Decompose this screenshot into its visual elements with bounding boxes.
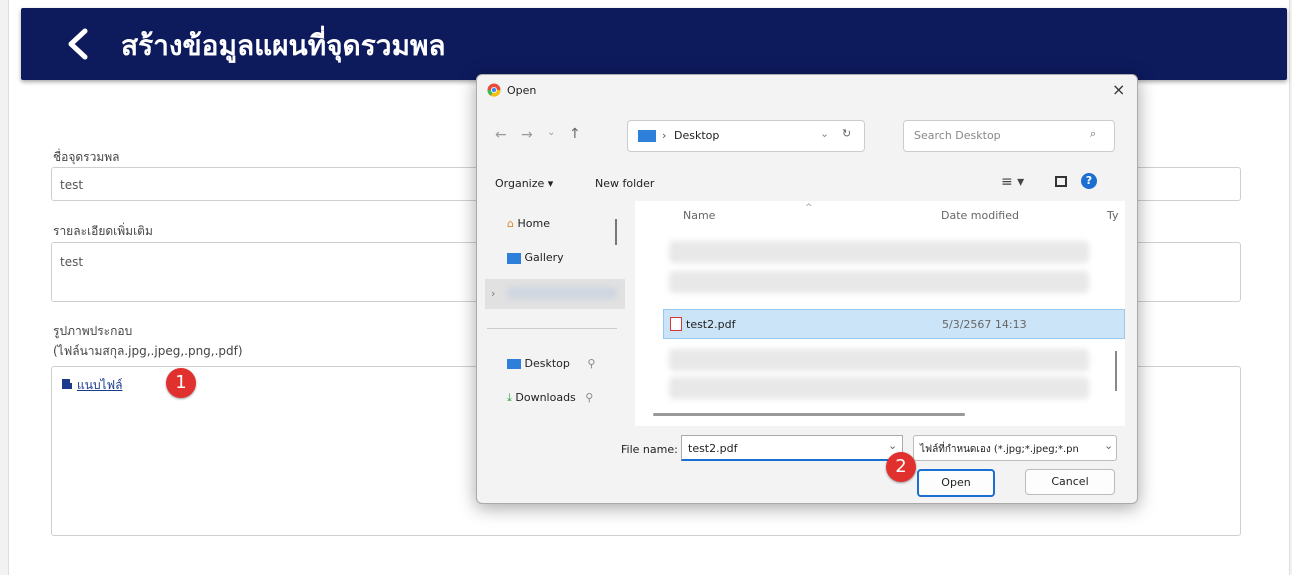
nav-downloads-label: Downloads [515, 391, 576, 404]
download-icon: ⤓ [507, 391, 512, 404]
cancel-button[interactable]: Cancel [1025, 469, 1115, 495]
pin-icon: ⚲ [585, 391, 594, 404]
attach-file-link[interactable]: แนบไฟล์ [77, 376, 122, 395]
file-row-blurred[interactable] [669, 349, 1089, 371]
dialog-title: Open [507, 84, 537, 97]
detail-label: รายละเอียดเพิ่มเติม [53, 224, 153, 238]
filename-input[interactable]: test2.pdf ⌄ [681, 435, 903, 461]
forward-nav-icon[interactable]: → [521, 127, 533, 143]
organize-menu[interactable]: Organize ▾ [495, 177, 553, 190]
up-arrow-icon[interactable]: ↑ [569, 126, 581, 142]
open-file-dialog: Open × ← → ⌄ ↑ › Desktop ⌄ ↻ Search Desk… [476, 74, 1138, 504]
column-name[interactable]: Name [683, 209, 715, 222]
filetype-dropdown-icon: ⌄ [1104, 439, 1114, 452]
gallery-icon [507, 252, 521, 264]
nav-item-desktop[interactable]: Desktop ⚲ [507, 357, 595, 370]
file-icon [62, 379, 72, 389]
address-bar[interactable]: › Desktop ⌄ ↻ [627, 120, 865, 152]
nav-divider [487, 328, 617, 329]
open-button[interactable]: Open [917, 469, 995, 497]
view-menu-icon[interactable]: ≡ ▾ [1001, 174, 1024, 190]
filename-dropdown-icon[interactable]: ⌄ [888, 439, 897, 452]
file-list: Name ^ Date modified Ty test2.pdf 5/3/25… [635, 201, 1125, 426]
nav-item-home[interactable]: ⌂ Home [507, 217, 550, 230]
desktop-icon [507, 359, 521, 369]
preview-pane-icon[interactable] [1055, 176, 1067, 187]
name-label: ชื่อจุดรวมพล [53, 150, 120, 164]
chrome-icon [487, 83, 501, 97]
search-icon: ⌕ [1090, 127, 1097, 140]
file-row-selected[interactable]: test2.pdf 5/3/2567 14:13 [663, 309, 1125, 339]
new-folder-button[interactable]: New folder [595, 177, 654, 190]
selected-file-date: 5/3/2567 14:13 [942, 318, 1027, 331]
file-row-blurred[interactable] [669, 271, 1089, 293]
column-type[interactable]: Ty [1107, 209, 1119, 222]
help-icon[interactable]: ? [1081, 173, 1097, 189]
nav-home-label: Home [517, 217, 550, 230]
home-icon: ⌂ [507, 217, 514, 230]
page-header: สร้างข้อมูลแผนที่จุดรวมพล [21, 8, 1287, 80]
nav-gallery-label: Gallery [524, 251, 564, 264]
page-title: สร้างข้อมูลแผนที่จุดรวมพล [121, 29, 446, 62]
column-date[interactable]: Date modified [941, 209, 1019, 222]
file-row-blurred[interactable] [669, 241, 1089, 263]
sort-arrow-icon: ^ [805, 203, 813, 213]
vertical-scrollbar[interactable] [1115, 351, 1117, 391]
desktop-folder-icon [638, 130, 656, 142]
address-path: Desktop [674, 129, 720, 142]
pdf-icon [670, 317, 682, 331]
refresh-icon[interactable]: ↻ [842, 127, 851, 140]
nav-item-downloads[interactable]: ⤓ Downloads ⚲ [507, 391, 593, 405]
nav-desktop-label: Desktop [524, 357, 570, 370]
pin-icon: ⚲ [587, 357, 596, 370]
step-badge-1: 1 [166, 368, 196, 398]
nav-scrollbar[interactable] [615, 219, 617, 245]
history-dropdown-icon[interactable]: ⌄ [547, 127, 555, 138]
filetype-select[interactable]: ไฟล์ที่กำหนดเอง (*.jpg;*.jpeg;*.pn ⌄ [913, 435, 1117, 461]
back-arrow-icon[interactable] [61, 26, 97, 62]
filename-label: File name: [621, 443, 678, 456]
back-nav-icon[interactable]: ← [495, 127, 507, 143]
horizontal-scrollbar[interactable] [653, 413, 965, 416]
close-icon[interactable]: × [1112, 80, 1125, 99]
nav-item-selected[interactable]: › [485, 279, 625, 309]
file-row-blurred[interactable] [669, 377, 1089, 399]
image-hint: (ไฟล์นามสกุล.jpg,.jpeg,.png,.pdf) [53, 344, 243, 358]
dialog-titlebar: Open × [477, 75, 1137, 107]
nav-item-gallery[interactable]: Gallery [507, 251, 564, 264]
filetype-value: ไฟล์ที่กำหนดเอง (*.jpg;*.jpeg;*.pn [920, 444, 1079, 455]
selected-file-name: test2.pdf [686, 318, 736, 331]
navigation-pane: ⌂ Home Gallery › Desktop ⚲ ⤓ Downloads ⚲ [485, 201, 625, 426]
address-dropdown-icon[interactable]: ⌄ [820, 127, 829, 140]
image-label: รูปภาพประกอบ [53, 324, 133, 338]
filename-value: test2.pdf [688, 442, 738, 455]
step-badge-2: 2 [886, 452, 916, 482]
search-placeholder: Search Desktop [914, 129, 1001, 142]
search-box[interactable]: Search Desktop ⌕ [903, 120, 1115, 152]
